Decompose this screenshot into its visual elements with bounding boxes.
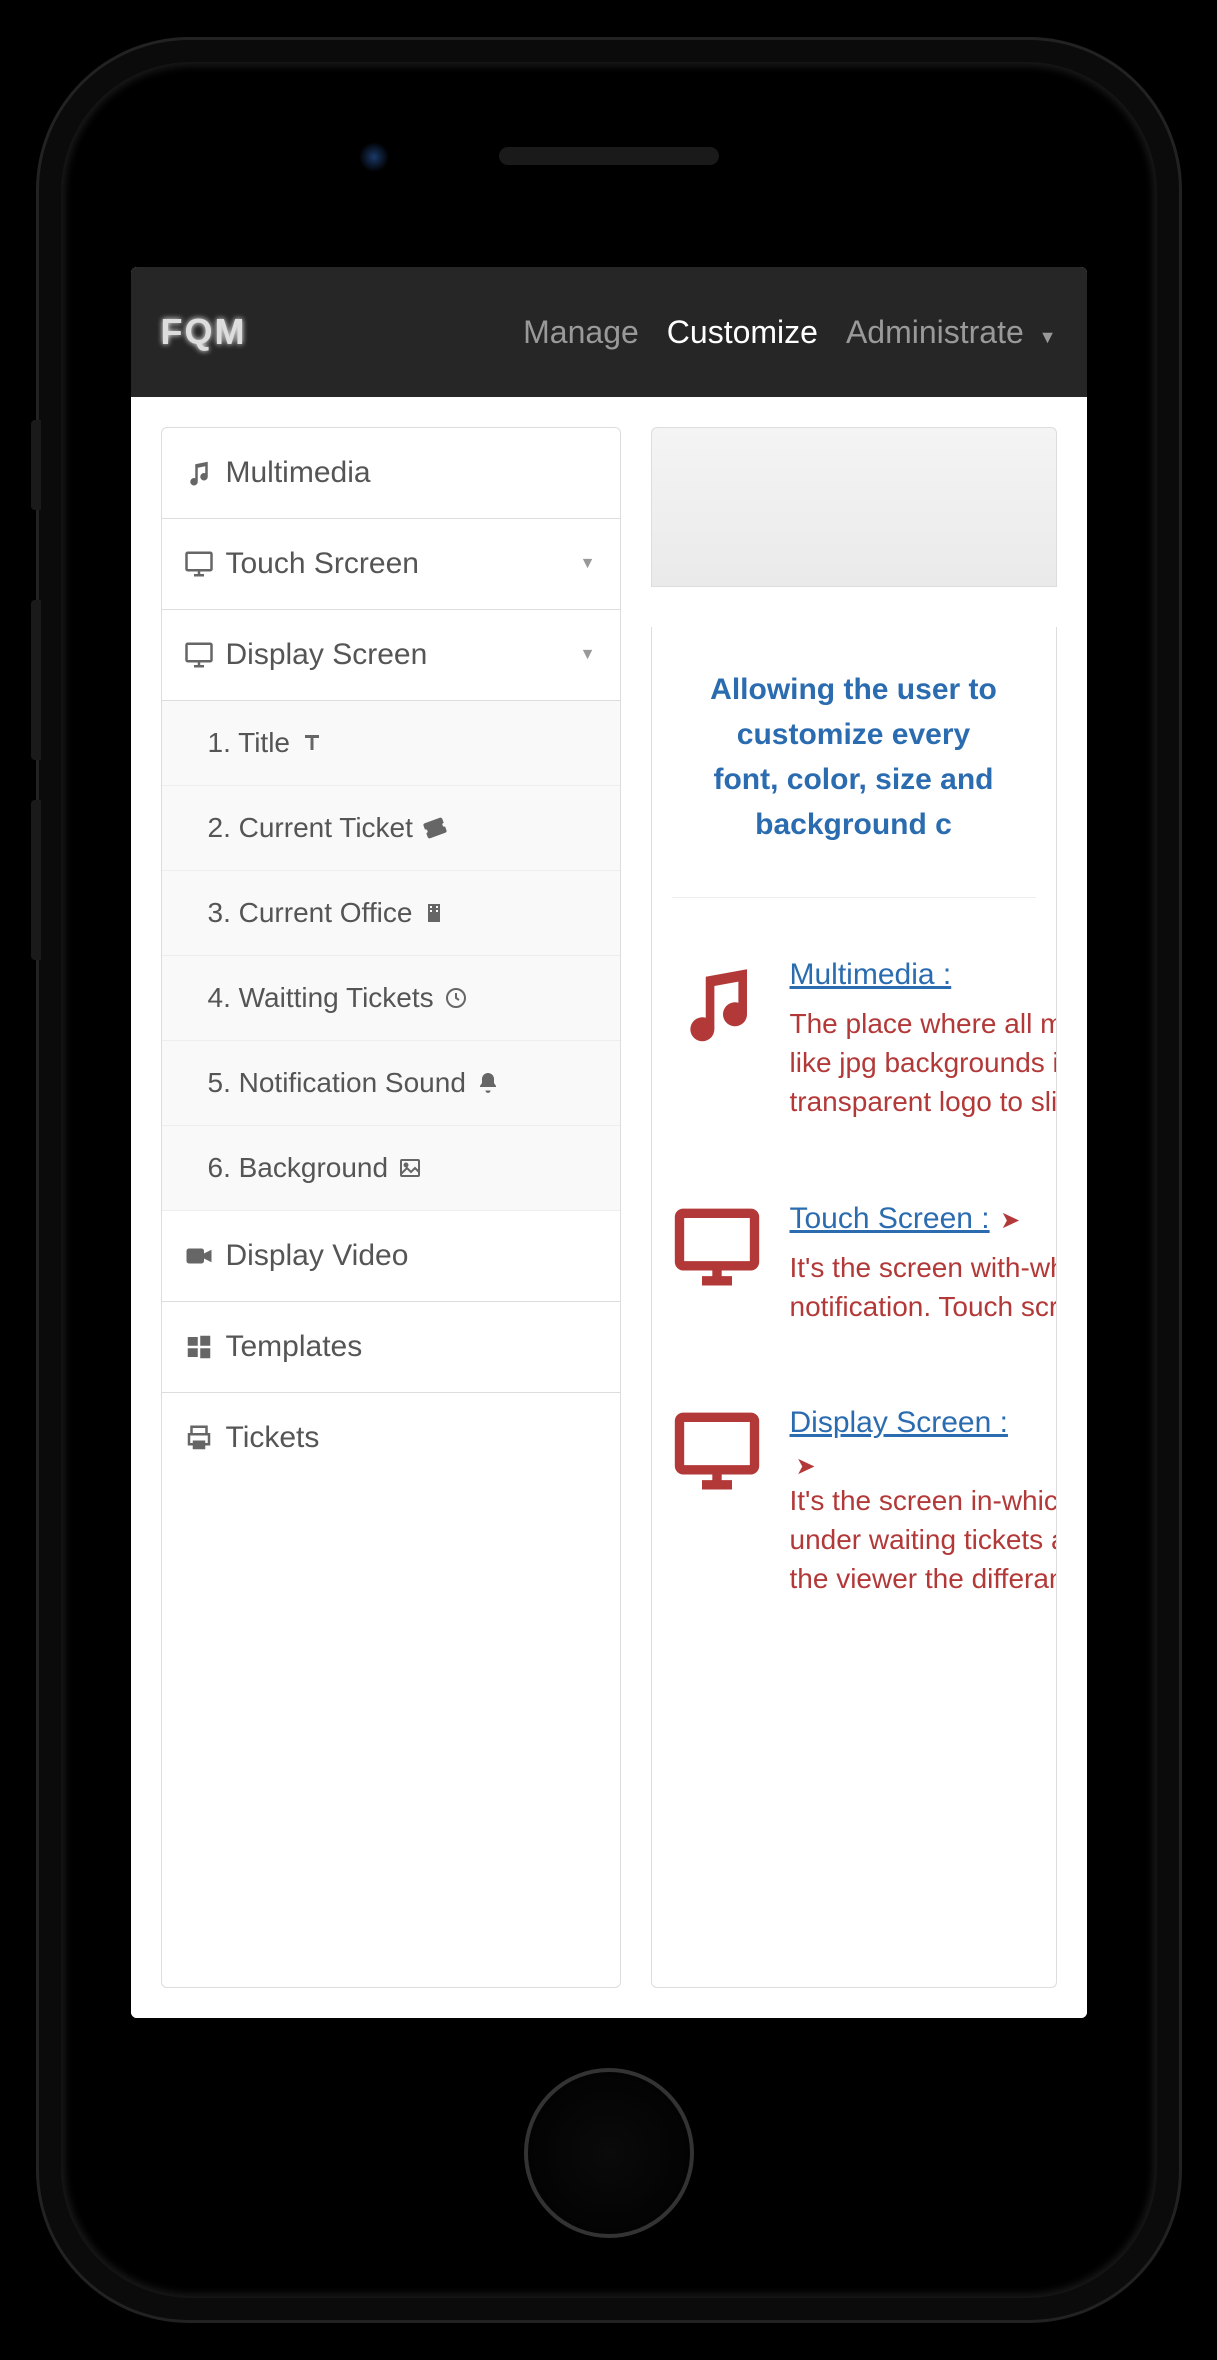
print-icon — [184, 1423, 214, 1453]
sidebar-item-label: Tickets — [226, 1421, 320, 1455]
text-icon — [300, 731, 324, 755]
lead-line: Allowing the user to customize every — [672, 667, 1036, 757]
info-desc: under waiting tickets and each — [790, 1520, 1036, 1559]
ticket-icon — [423, 816, 447, 840]
info-title-multimedia[interactable]: Multimedia : — [790, 958, 952, 992]
lead-text: Allowing the user to customize every fon… — [672, 667, 1036, 847]
info-desc: transparent logo to slides for ex — [790, 1082, 1036, 1121]
sidebar-sub-waiting-tickets[interactable]: 4. Waitting Tickets — [162, 956, 620, 1041]
video-icon — [184, 1241, 214, 1271]
lead-line: font, color, size and background c — [672, 757, 1036, 847]
sidebar-item-label: Touch Srcreen — [226, 547, 419, 581]
image-icon — [398, 1156, 422, 1180]
sidebar-sub-title[interactable]: 1. Title — [162, 701, 620, 786]
sidebar-sub-current-office[interactable]: 3. Current Office — [162, 871, 620, 956]
sidebar-sub-current-ticket[interactable]: 2. Current Ticket — [162, 786, 620, 871]
main-header-bar — [651, 427, 1057, 587]
pointer-icon: ➤ — [796, 1453, 816, 1480]
clock-icon — [444, 986, 468, 1010]
camera-icon — [359, 142, 389, 172]
nav-administrate-label: Administrate — [846, 314, 1024, 350]
desktop-icon — [184, 640, 214, 670]
sidebar-item-label: Display Video — [226, 1239, 409, 1273]
phone-frame: FQM Manage Customize Administrate ▼ Mult… — [39, 40, 1179, 2320]
sidebar-item-label: Templates — [226, 1330, 363, 1364]
info-title-display[interactable]: Display Screen : — [790, 1406, 1008, 1440]
pointer-icon: ➤ — [1000, 1207, 1020, 1234]
speaker-grill — [499, 147, 719, 165]
sidebar-sub-background[interactable]: 6. Background — [162, 1126, 620, 1211]
brand-logo[interactable]: FQM — [161, 311, 247, 353]
sidebar-item-label: 2. Current Ticket — [208, 812, 413, 844]
sidebar-sub-notification-sound[interactable]: 5. Notification Sound — [162, 1041, 620, 1126]
chevron-down-icon: ▼ — [1039, 327, 1057, 347]
side-button — [31, 420, 41, 510]
sidebar-item-display-screen[interactable]: Display Screen ▼ — [162, 610, 620, 701]
screen: FQM Manage Customize Administrate ▼ Mult… — [131, 267, 1087, 2018]
home-button[interactable] — [524, 2068, 694, 2238]
sidebar-item-display-video[interactable]: Display Video — [162, 1211, 620, 1302]
windows-icon — [184, 1332, 214, 1362]
volume-up-button — [31, 600, 41, 760]
music-icon — [672, 958, 762, 1048]
chevron-down-icon: ▼ — [580, 646, 596, 664]
sidebar: Multimedia Touch Srcreen ▼ Display S — [161, 427, 621, 1988]
info-desc: The place where all multimedia — [790, 1004, 1036, 1043]
desktop-icon — [184, 549, 214, 579]
info-block-touch: Touch Screen : ➤ It's the screen with-wh… — [672, 1202, 1036, 1326]
sidebar-item-label: 4. Waitting Tickets — [208, 982, 434, 1014]
main-pane: Allowing the user to customize every fon… — [651, 427, 1057, 1988]
sidebar-item-multimedia[interactable]: Multimedia — [162, 428, 620, 519]
info-block-display: Display Screen : ➤ It's the screen in-wh… — [672, 1406, 1036, 1599]
bell-icon — [476, 1071, 500, 1095]
phone-bezel: FQM Manage Customize Administrate ▼ Mult… — [61, 62, 1157, 2298]
info-desc: It's the screen with-which the c — [790, 1248, 1036, 1287]
chevron-down-icon: ▼ — [580, 555, 596, 573]
sidebar-item-label: 1. Title — [208, 727, 290, 759]
desktop-icon — [672, 1202, 762, 1292]
sidebar-item-touch-screen[interactable]: Touch Srcreen ▼ — [162, 519, 620, 610]
info-block-multimedia: Multimedia : The place where all multime… — [672, 958, 1036, 1122]
nav-manage[interactable]: Manage — [523, 314, 639, 351]
nav-administrate[interactable]: Administrate ▼ — [846, 314, 1057, 351]
music-icon — [184, 458, 214, 488]
info-desc: like jpg backgrounds instead of — [790, 1043, 1036, 1082]
sidebar-item-label: 5. Notification Sound — [208, 1067, 466, 1099]
sidebar-item-templates[interactable]: Templates — [162, 1302, 620, 1393]
info-desc: notification. Touch screen purp — [790, 1287, 1036, 1326]
building-icon — [422, 901, 446, 925]
info-desc: It's the screen in-which tickets — [790, 1481, 1036, 1520]
info-title-touch[interactable]: Touch Screen : — [790, 1202, 990, 1236]
info-desc: the viewer the differance in-be — [790, 1559, 1036, 1598]
navbar: FQM Manage Customize Administrate ▼ — [131, 267, 1087, 397]
nav-customize[interactable]: Customize — [667, 314, 818, 351]
desktop-icon — [672, 1406, 762, 1496]
content-row: Multimedia Touch Srcreen ▼ Display S — [131, 397, 1087, 2018]
sidebar-item-label: Multimedia — [226, 456, 371, 490]
sidebar-item-label: Display Screen — [226, 638, 428, 672]
main-body: Allowing the user to customize every fon… — [651, 627, 1057, 1988]
sidebar-item-tickets[interactable]: Tickets — [162, 1393, 620, 1483]
volume-down-button — [31, 800, 41, 960]
divider — [672, 897, 1036, 898]
sidebar-item-label: 6. Background — [208, 1152, 389, 1184]
sidebar-item-label: 3. Current Office — [208, 897, 413, 929]
